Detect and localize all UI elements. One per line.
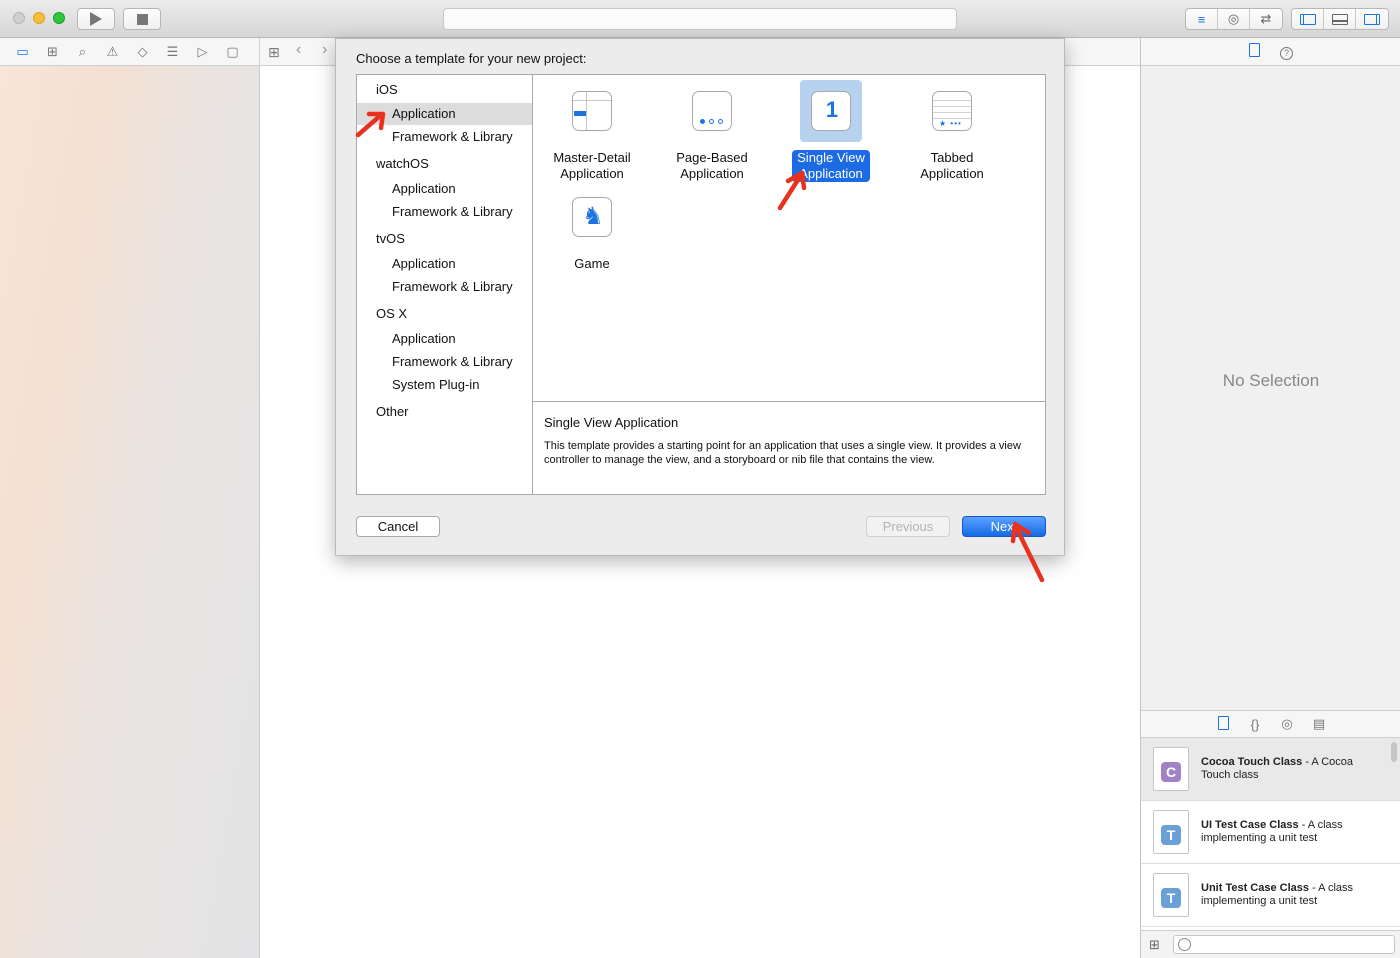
annotation-arrow-application	[355, 112, 384, 138]
annotation-arrows	[355, 111, 1045, 583]
